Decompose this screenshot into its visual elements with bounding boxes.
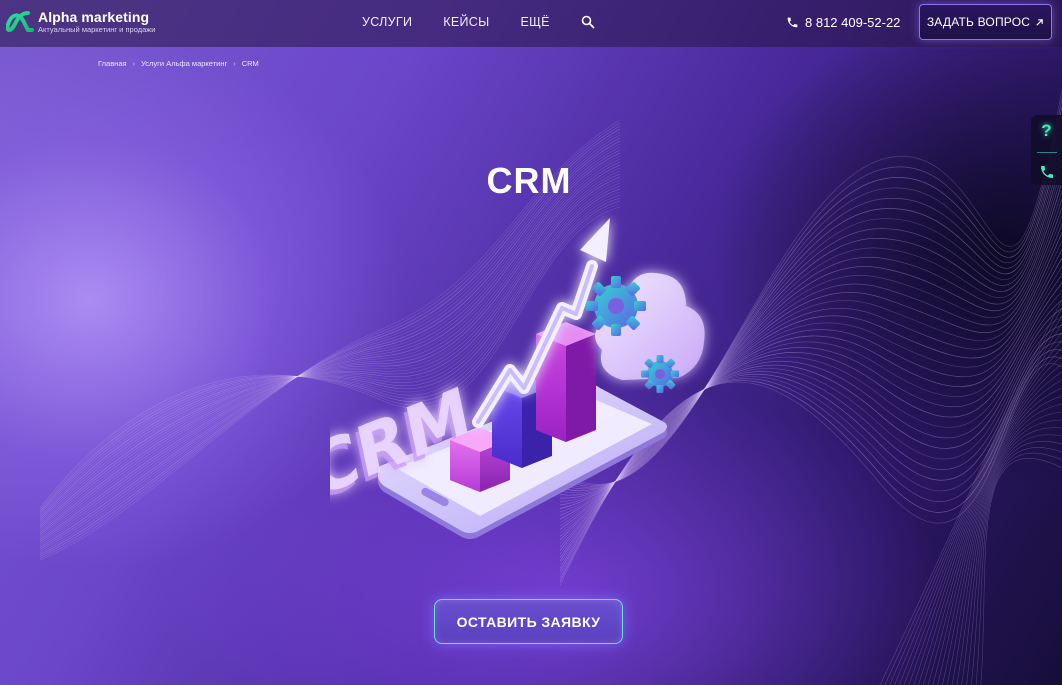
- phone-number: 8 812 409-52-22: [805, 15, 901, 30]
- page-title: CRM: [486, 160, 572, 201]
- logo[interactable]: Alpha marketing Актуальный маркетинг и п…: [6, 9, 155, 35]
- chevron-right-icon: ›: [233, 59, 236, 68]
- search-icon[interactable]: [581, 15, 595, 29]
- brand-tagline: Актуальный маркетинг и продажи: [38, 25, 156, 35]
- site-header: Alpha marketing Актуальный маркетинг и п…: [0, 0, 1062, 47]
- gear-icon: [586, 276, 646, 336]
- nav-item-cases[interactable]: КЕЙСЫ: [443, 15, 489, 29]
- submit-request-button[interactable]: ОСТАВИТЬ ЗАЯВКУ: [434, 599, 623, 644]
- ask-question-button[interactable]: ЗАДАТЬ ВОПРОС: [919, 4, 1052, 40]
- submit-request-label: ОСТАВИТЬ ЗАЯВКУ: [456, 613, 601, 630]
- main-nav: УСЛУГИ КЕЙСЫ ЕЩЁ: [362, 15, 595, 29]
- question-icon[interactable]: ?: [1041, 121, 1051, 141]
- nav-item-more[interactable]: ЕЩЁ: [520, 15, 549, 29]
- ask-question-label: ЗАДАТЬ ВОПРОС: [926, 15, 1031, 29]
- chevron-right-icon: ›: [132, 59, 136, 68]
- phone-link[interactable]: 8 812 409-52-22: [786, 15, 900, 30]
- crm-illustration: CRM CRM: [330, 218, 705, 539]
- arrow-up-right-icon: [1036, 18, 1043, 26]
- breadcrumb-home[interactable]: Главная: [98, 59, 127, 68]
- phone-icon: [787, 17, 798, 28]
- nav-item-services[interactable]: УСЛУГИ: [362, 15, 412, 29]
- breadcrumb: Главная › Услуги Альфа маркетинг › CRM: [98, 59, 259, 68]
- widget-divider: [1036, 151, 1057, 153]
- gear-icon: [641, 355, 679, 393]
- brand-name: Alpha marketing: [38, 9, 150, 26]
- breadcrumb-services[interactable]: Услуги Альфа маркетинг: [141, 59, 227, 68]
- alpha-logo-icon: [6, 11, 34, 33]
- breadcrumb-current: CRM: [241, 59, 259, 68]
